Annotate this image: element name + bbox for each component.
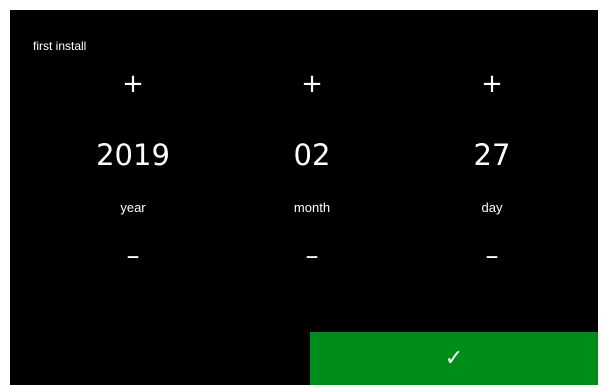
plus-icon: +	[481, 69, 503, 99]
date-setup-screen: first install + 2019 year – + 02 month –…	[10, 10, 598, 385]
month-decrement-button[interactable]: –	[232, 236, 392, 276]
screen-title: first install	[33, 39, 87, 53]
minus-icon: –	[126, 241, 140, 271]
confirm-button[interactable]: ✓	[310, 332, 598, 385]
year-increment-button[interactable]: +	[53, 64, 213, 104]
year-decrement-button[interactable]: –	[53, 236, 213, 276]
plus-icon: +	[122, 69, 144, 99]
month-value: 02	[293, 138, 331, 172]
day-increment-button[interactable]: +	[412, 64, 572, 104]
month-label: month	[293, 200, 331, 215]
year-label: year	[120, 200, 146, 215]
month-increment-button[interactable]: +	[232, 64, 392, 104]
day-label: day	[481, 200, 503, 215]
checkmark-icon: ✓	[444, 346, 464, 371]
day-value: 27	[473, 138, 511, 172]
day-decrement-button[interactable]: –	[412, 236, 572, 276]
year-value: 2019	[96, 138, 170, 172]
plus-icon: +	[301, 69, 323, 99]
minus-icon: –	[485, 241, 499, 271]
minus-icon: –	[305, 241, 319, 271]
